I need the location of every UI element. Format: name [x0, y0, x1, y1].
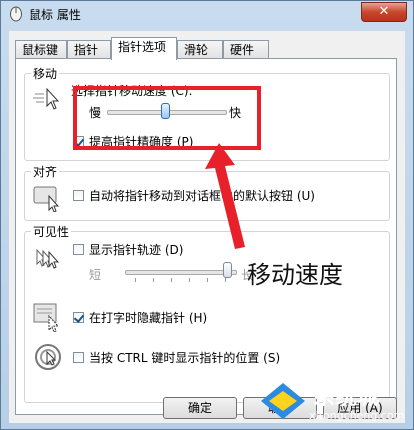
trails-tick: [189, 278, 190, 282]
close-button[interactable]: ✕: [361, 2, 407, 22]
tab-wheel[interactable]: 滑轮: [177, 40, 223, 58]
title-bar: 鼠标 属性 ✕: [1, 1, 413, 27]
trails-checkbox[interactable]: [73, 244, 84, 255]
trails-label[interactable]: 显示指针轨迹 (D): [89, 241, 183, 258]
tab-pointer-options[interactable]: 指针选项: [111, 37, 177, 60]
trails-tick: [225, 278, 226, 282]
mouse-properties-window: 鼠标 属性 ✕ 鼠标键 指针 指针选项 滑轮 硬件 移动 选择指针移动速度 (C…: [0, 0, 414, 430]
show-location-icon: [35, 344, 61, 370]
snap-checkbox[interactable]: [73, 190, 84, 201]
snap-group-label: 对齐: [31, 163, 60, 180]
short-label: 短: [89, 268, 102, 282]
trails-slider-track[interactable]: [125, 270, 237, 275]
watermark: 系统城 xitongcheng.com: [257, 379, 407, 425]
watermark-url: xitongcheng.com: [309, 409, 405, 422]
tab-hardware[interactable]: 硬件: [223, 40, 269, 58]
tab-buttons[interactable]: 鼠标键: [15, 40, 67, 58]
ok-button[interactable]: 确定: [163, 397, 237, 419]
motion-group-label: 移动: [31, 65, 60, 82]
ctrl-location-label[interactable]: 当按 CTRL 键时显示指针的位置 (S): [89, 349, 280, 366]
trails-slider-thumb[interactable]: [223, 262, 232, 278]
pointer-trails-icon: [36, 248, 60, 269]
window-title: 鼠标 属性: [29, 8, 81, 22]
trails-tick: [153, 278, 154, 282]
watermark-brand: 系统城: [313, 385, 380, 410]
annotation-text: 移动速度: [247, 261, 343, 289]
hide-pointer-icon: [33, 303, 60, 332]
hide-while-typing-label[interactable]: 在打字时隐藏指针 (H): [89, 309, 207, 326]
tab-pointers[interactable]: 指针: [67, 40, 111, 58]
pointer-motion-icon: [33, 87, 60, 110]
annotation-arrow: [205, 143, 245, 249]
trails-tick: [207, 278, 208, 282]
trails-tick: [171, 278, 172, 282]
snap-to-icon: [33, 186, 60, 212]
mouse-icon: [10, 6, 22, 22]
trails-tick: [135, 278, 136, 282]
ctrl-location-checkbox[interactable]: [73, 352, 84, 363]
watermark-logo: [261, 383, 305, 419]
hide-while-typing-checkbox[interactable]: [73, 312, 84, 323]
visibility-group-label: 可见性: [31, 223, 72, 240]
